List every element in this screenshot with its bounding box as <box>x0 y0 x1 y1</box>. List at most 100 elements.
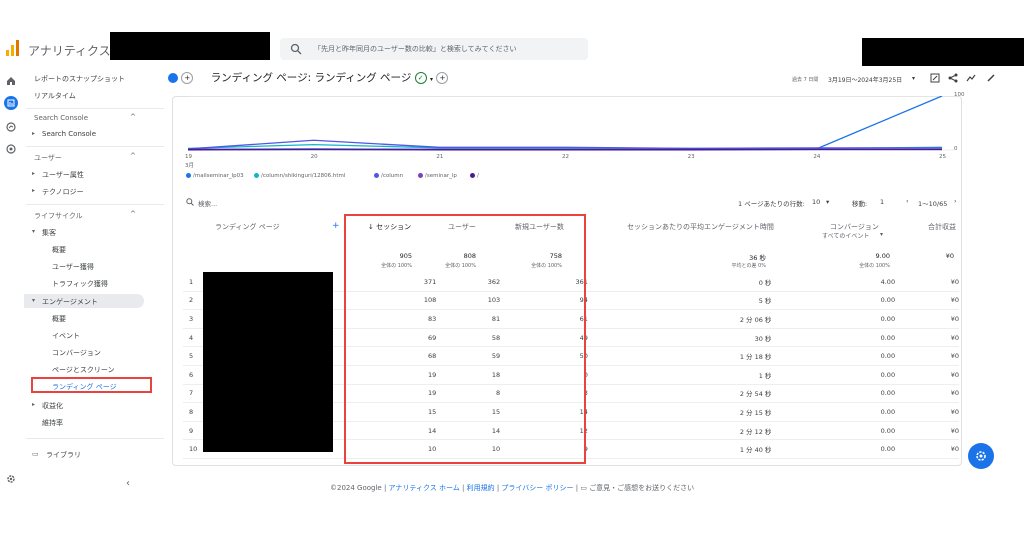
footer: ©2024 Google | アナリティクス ホーム | 利用規約 | プライバ… <box>330 484 695 492</box>
nav-library[interactable]: ライブラリ <box>46 450 81 460</box>
legend-item[interactable]: /column/shikinguri/12806.html <box>254 173 345 179</box>
legend-dot-icon <box>186 173 191 178</box>
cell-avg-engagement: 2 分 15 秒 <box>587 402 772 422</box>
collapse-chevron-icon[interactable]: ‹ <box>126 478 130 489</box>
legend-item[interactable]: / <box>470 173 479 179</box>
chevron-up-icon[interactable]: ^ <box>130 113 136 121</box>
redacted-landing-pages <box>203 272 333 452</box>
table-search-icon <box>186 198 194 206</box>
total-revenue: ¥0 <box>945 252 954 260</box>
date-dropdown-icon[interactable]: ▾ <box>912 75 915 82</box>
cell-revenue: ¥0 <box>895 291 959 311</box>
nav-snapshot[interactable]: レポートのスナップショット <box>34 74 125 84</box>
nav-acquisition[interactable]: 集客 <box>42 228 56 238</box>
x-tick-sublabel: 3月 <box>185 163 194 169</box>
footer-link-privacy[interactable]: プライバシー ポリシー <box>501 484 573 492</box>
section-user[interactable]: ユーザー <box>34 153 62 163</box>
edit-report-icon[interactable] <box>930 73 940 83</box>
chevron-right-icon: ▸ <box>32 401 36 408</box>
cell-conversions: 0.00 <box>771 421 896 441</box>
cell-revenue: ¥0 <box>895 365 959 385</box>
next-page-icon[interactable]: › <box>954 197 957 205</box>
chevron-up-icon[interactable]: ^ <box>130 152 136 160</box>
assistant-fab[interactable] <box>968 443 994 469</box>
nav-technology[interactable]: テクノロジー <box>42 187 84 197</box>
legend-dot-icon <box>374 173 379 178</box>
reports-icon[interactable] <box>4 96 18 110</box>
add-filter-icon[interactable]: + <box>436 72 449 84</box>
nav-events[interactable]: イベント <box>52 331 80 341</box>
cell-conversions: 0.00 <box>771 439 896 459</box>
cell-revenue: ¥0 <box>895 421 959 441</box>
metrics-highlight-box <box>344 214 586 464</box>
legend-item[interactable]: /seminar_lp <box>418 173 457 179</box>
legend-dot-icon <box>418 173 423 178</box>
rows-dropdown-icon[interactable]: ▾ <box>826 198 829 206</box>
total-avg-engagement-sub: 平均との差 0% <box>731 263 766 269</box>
search-bar[interactable]: 「先月と昨年同月のユーザー数の比較」と検索してみてください <box>280 38 588 60</box>
y-tick-label: 0 <box>954 146 958 152</box>
nav-realtime[interactable]: リアルタイム <box>34 91 76 101</box>
section-search-console[interactable]: Search Console <box>34 114 88 122</box>
settings-gear-icon[interactable] <box>4 472 18 486</box>
home-icon[interactable] <box>4 74 18 88</box>
feedback-icon[interactable]: ▭ <box>580 484 587 492</box>
date-range[interactable]: 3月19日～2024年3月25日 <box>828 75 902 84</box>
nav-eng-overview[interactable]: 概要 <box>52 314 66 324</box>
explore-icon[interactable] <box>4 120 18 134</box>
col-avg-engagement[interactable]: セッションあたりの平均エンゲージメント時間 <box>627 222 774 232</box>
add-comparison-icon[interactable]: + <box>181 72 194 84</box>
prev-page-icon[interactable]: ‹ <box>906 197 909 205</box>
rows-per-page-select[interactable]: 10 <box>812 198 820 206</box>
analytics-logo-icon <box>6 40 19 56</box>
nav-user-acquisition[interactable]: ユーザー獲得 <box>52 262 94 272</box>
add-dimension-icon[interactable]: + <box>332 221 340 231</box>
search-placeholder: 「先月と昨年同月のユーザー数の比較」と検索してみてください <box>314 45 517 53</box>
pencil-icon[interactable] <box>986 73 996 83</box>
date-prefix: 過去 7 日間 <box>792 77 819 83</box>
x-tick-label: 23 <box>687 154 695 160</box>
cell-conversions: 0.00 <box>771 346 896 366</box>
nav-search-console[interactable]: Search Console <box>42 130 96 138</box>
chevron-right-icon: ▸ <box>32 187 36 194</box>
table-search-input[interactable]: 検索... <box>198 198 217 208</box>
footer-feedback[interactable]: ご意見・ご感想をお送りください <box>589 484 694 492</box>
chart-legend: /mailseminar_lp03/column/shikinguri/1280… <box>186 173 586 183</box>
goto-input[interactable]: 1 <box>880 198 884 206</box>
legend-item[interactable]: /column <box>374 173 403 179</box>
nav-engagement[interactable]: エンゲージメント <box>42 297 98 307</box>
col-landing-page[interactable]: ランディング ページ <box>215 222 280 232</box>
insights-icon[interactable] <box>966 73 976 83</box>
folder-icon: ▭ <box>32 450 39 458</box>
page-header: + ランディング ページ: ランディング ページ ✓ ▾ + <box>168 70 449 85</box>
nav-monetization[interactable]: 収益化 <box>42 401 63 411</box>
nav-demographics[interactable]: ユーザー属性 <box>42 170 84 180</box>
nav-retention[interactable]: 維持率 <box>42 418 63 428</box>
cell-avg-engagement: 1 秒 <box>587 365 772 385</box>
col-revenue[interactable]: 合計収益 <box>928 222 956 232</box>
cell-avg-engagement: 5 秒 <box>587 291 772 311</box>
conversions-dropdown-icon[interactable]: ▾ <box>880 231 883 238</box>
advertising-icon[interactable] <box>4 142 18 156</box>
footer-link-home[interactable]: アナリティクス ホーム <box>389 484 460 492</box>
col-conversions-sub[interactable]: すべてのイベント <box>822 231 869 240</box>
footer-link-terms[interactable]: 利用規約 <box>467 484 495 492</box>
x-tick-label: 25 <box>939 154 946 160</box>
cell-revenue: ¥0 <box>895 402 959 422</box>
rows-per-page-label: 1 ページあたりの行数: <box>738 200 805 208</box>
nav-pages-screens[interactable]: ページとスクリーン <box>52 365 115 375</box>
compare-icon[interactable] <box>168 73 178 83</box>
legend-label: /mailseminar_lp03 <box>193 173 244 179</box>
nav-acq-overview[interactable]: 概要 <box>52 245 66 255</box>
nav-traffic-acquisition[interactable]: トラフィック獲得 <box>52 279 108 289</box>
section-lifecycle[interactable]: ライフサイクル <box>34 211 83 221</box>
share-icon[interactable] <box>948 73 958 83</box>
legend-item[interactable]: /mailseminar_lp03 <box>186 173 244 179</box>
check-status-icon[interactable]: ✓ <box>414 72 427 84</box>
chevron-up-icon[interactable]: ^ <box>130 210 136 218</box>
dropdown-arrow-icon[interactable]: ▾ <box>430 76 433 83</box>
cell-avg-engagement: 1 分 18 秒 <box>587 346 772 366</box>
nav-conversions[interactable]: コンバージョン <box>52 348 101 358</box>
footer-copyright: ©2024 Google | <box>330 484 387 492</box>
x-tick-label: 19 <box>185 154 192 160</box>
